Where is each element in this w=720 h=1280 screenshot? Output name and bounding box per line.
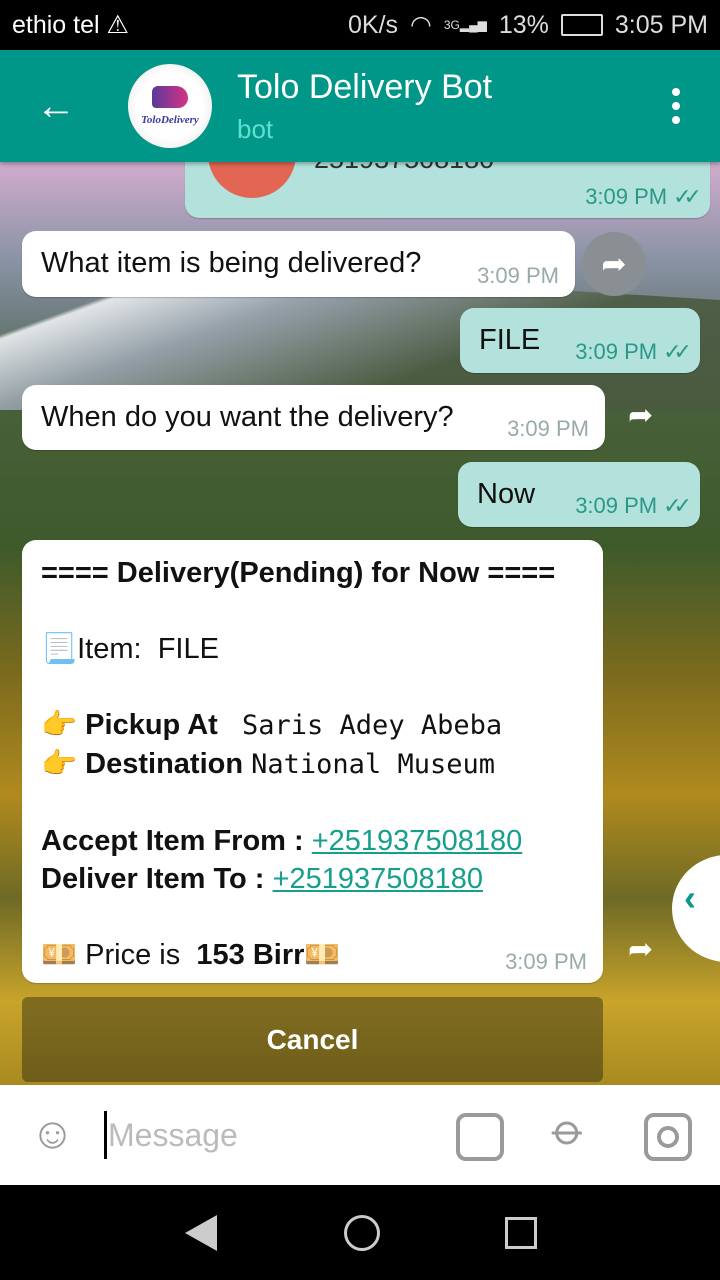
read-ticks-icon: ✓✓ — [663, 493, 692, 518]
read-ticks-icon: ✓✓ — [673, 184, 702, 209]
nav-back-icon[interactable] — [185, 1215, 217, 1251]
forward-icon: ➦ — [601, 247, 627, 281]
chat-header: ← ToloDelivery Tolo Delivery Bot bot — [0, 50, 720, 162]
battery-icon — [560, 14, 603, 36]
read-ticks-icon: ✓✓ — [663, 339, 692, 364]
delivery-summary-message[interactable]: ==== Delivery(Pending) for Now ==== 📃Ite… — [22, 540, 603, 983]
summary-heading: ==== Delivery(Pending) for Now ==== — [41, 557, 556, 589]
scroll-icon: 📃 — [41, 633, 78, 665]
warning-icon: ⚠ — [99, 11, 129, 39]
item-value: FILE — [157, 633, 219, 665]
pickup-value: Saris Adey Abeba — [242, 710, 503, 741]
money-icon: 💴 — [304, 939, 341, 971]
emoji-icon[interactable]: ☺ — [30, 1109, 75, 1159]
chevron-left-icon: ‹ — [684, 877, 696, 918]
text-caret — [104, 1111, 107, 1159]
nav-home-icon[interactable] — [344, 1215, 380, 1251]
side-panel-toggle[interactable]: ‹ — [672, 855, 720, 962]
deliver-phone-link[interactable]: +251937508180 — [273, 863, 483, 895]
chat-title[interactable]: Tolo Delivery Bot — [237, 68, 492, 107]
android-nav-bar — [0, 1185, 720, 1280]
wallpaper-mountain — [0, 190, 720, 410]
net-speed: 0K/s — [348, 10, 399, 39]
money-icon: 💴 — [41, 939, 78, 971]
pointing-hand-icon: 👉 — [41, 748, 78, 780]
forward-button[interactable]: ➦ — [582, 232, 646, 296]
message-incoming[interactable]: When do you want the delivery? 3:09 PM — [22, 385, 605, 450]
back-arrow-icon[interactable]: ← — [36, 86, 76, 126]
chat-area[interactable]: 251937508180 3:09 PM✓✓ What item is bein… — [0, 50, 720, 1085]
bot-avatar[interactable]: ToloDelivery — [128, 64, 212, 148]
message-input-bar: ☺ Message ⌀ — [0, 1085, 720, 1185]
message-input[interactable]: Message — [108, 1117, 238, 1154]
pointing-hand-icon: 👉 — [41, 709, 78, 741]
message-outgoing[interactable]: Now 3:09 PM ✓✓ — [458, 462, 700, 527]
attach-icon[interactable]: ⌀ — [542, 1103, 597, 1158]
more-options-icon[interactable] — [672, 88, 680, 124]
destination-value: National Museum — [251, 749, 495, 780]
message-incoming[interactable]: What item is being delivered? 3:09 PM — [22, 231, 575, 297]
chat-subtitle: bot — [237, 114, 274, 144]
bot-commands-icon[interactable] — [456, 1113, 504, 1161]
wifi-icon: ◠ — [410, 11, 432, 39]
battery-level: 13% — [498, 10, 549, 39]
nav-recents-icon[interactable] — [505, 1217, 537, 1249]
carrier: ethio tel — [12, 10, 100, 39]
status-bar: ethio tel ⚠ 0K/s ◠ 3G▂▄▆ 13% 3:05 PM — [0, 0, 720, 50]
camera-icon[interactable] — [644, 1113, 692, 1161]
signal-icon: 3G▂▄▆ — [443, 18, 487, 32]
forward-icon[interactable]: ➦ — [628, 398, 653, 433]
accept-phone-link[interactable]: +251937508180 — [312, 825, 522, 857]
cancel-button[interactable]: Cancel — [22, 997, 603, 1082]
clock: 3:05 PM — [614, 10, 708, 39]
forward-icon[interactable]: ➦ — [628, 932, 653, 967]
message-outgoing[interactable]: FILE 3:09 PM ✓✓ — [460, 308, 700, 373]
scooter-logo-icon — [152, 86, 188, 108]
price-value: 153 Birr — [196, 939, 305, 971]
